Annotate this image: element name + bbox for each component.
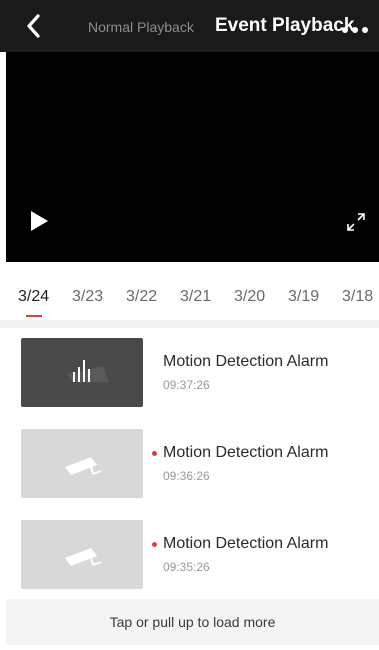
event-title: Motion Detection Alarm (163, 444, 329, 461)
date-tab[interactable]: 3/19 (288, 288, 319, 306)
date-tab[interactable]: 3/20 (234, 288, 265, 306)
audio-bars-icon (67, 360, 109, 382)
event-time: 09:36:26 (163, 469, 210, 483)
event-time: 09:35:26 (163, 560, 210, 574)
back-button[interactable] (22, 13, 46, 39)
date-tab[interactable]: 3/18 (342, 288, 373, 306)
load-more-button[interactable]: Tap or pull up to load more (6, 599, 379, 645)
unread-dot (152, 451, 157, 456)
play-icon (31, 211, 48, 231)
event-list-item[interactable]: Motion Detection Alarm 09:35:26 (0, 520, 379, 600)
date-tab[interactable]: 3/24 (18, 288, 49, 306)
camera-icon (65, 457, 102, 475)
event-time: 09:37:26 (163, 378, 210, 392)
load-more-label: Tap or pull up to load more (109, 614, 276, 630)
event-thumbnail[interactable] (21, 338, 143, 407)
date-tab[interactable]: 3/23 (72, 288, 103, 306)
unread-dot (152, 542, 157, 547)
tab-normal-playback[interactable]: Normal Playback (88, 19, 194, 35)
fullscreen-icon (347, 213, 365, 231)
camera-icon (65, 548, 102, 566)
date-selector: 3/24 3/23 3/22 3/21 3/20 3/19 3/18 (0, 262, 379, 320)
event-list-item[interactable]: Motion Detection Alarm 09:36:26 (0, 429, 379, 509)
date-tab[interactable]: 3/22 (126, 288, 157, 306)
tab-event-playback[interactable]: Event Playback (215, 15, 354, 37)
top-bar: Normal Playback Event Playback (0, 0, 379, 52)
event-thumbnail[interactable] (21, 520, 143, 589)
event-title: Motion Detection Alarm (163, 353, 329, 370)
event-list-item[interactable]: Motion Detection Alarm 09:37:26 (0, 338, 379, 418)
fullscreen-button[interactable] (345, 211, 367, 233)
date-tab[interactable]: 3/21 (180, 288, 211, 306)
divider (0, 320, 379, 328)
chevron-left-icon (27, 14, 40, 38)
play-button[interactable] (28, 210, 50, 232)
video-player[interactable] (6, 52, 379, 262)
more-button[interactable] (340, 22, 370, 33)
event-thumbnail[interactable] (21, 429, 143, 498)
selected-date-indicator (26, 315, 42, 317)
event-title: Motion Detection Alarm (163, 535, 329, 552)
more-horizontal-icon (342, 27, 368, 33)
